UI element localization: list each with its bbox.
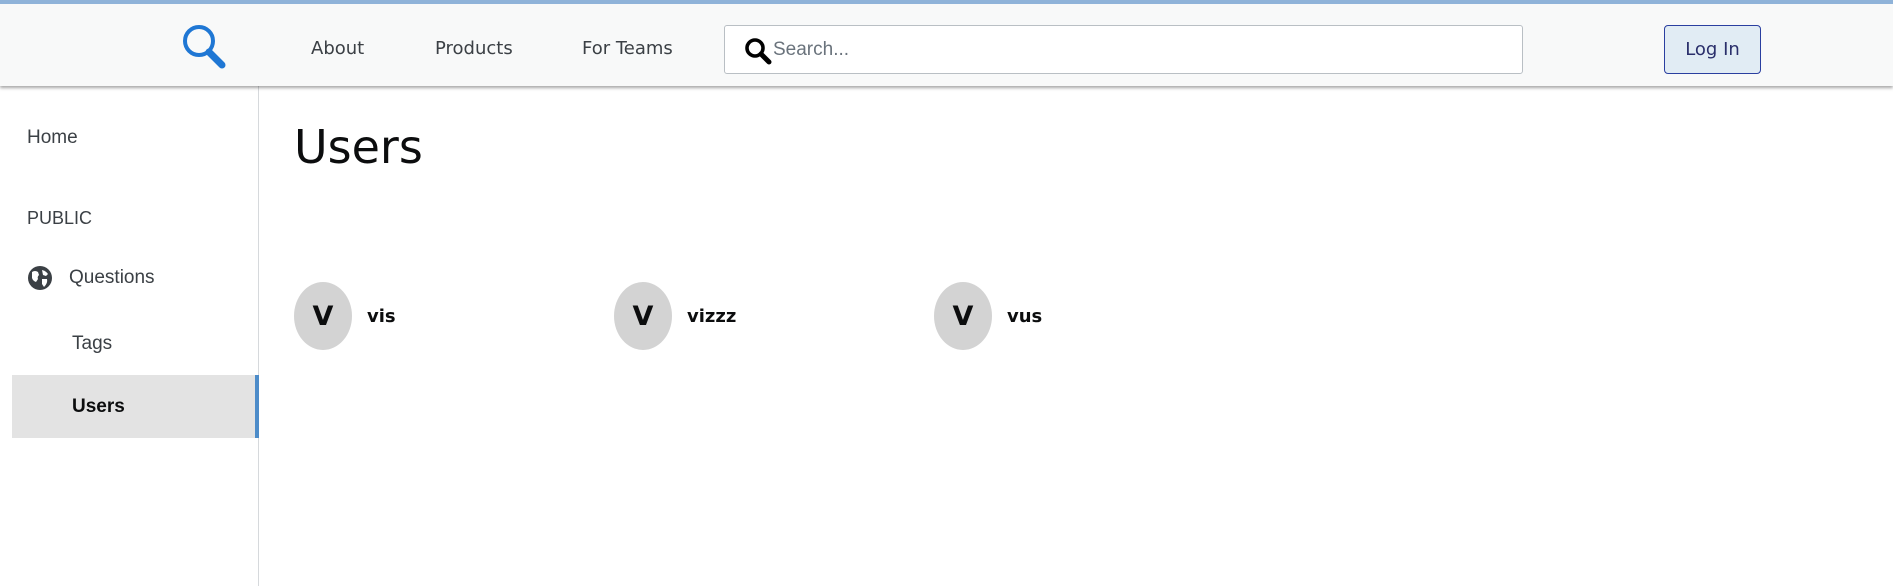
globe-icon <box>27 265 53 291</box>
sidebar-item-users[interactable]: Users <box>12 375 259 438</box>
main-content: Users V vis V vizzz V vus <box>260 86 1893 586</box>
top-bar: About Products For Teams Log In <box>0 0 1893 86</box>
page-title: Users <box>294 120 423 174</box>
sidebar-section-heading: PUBLIC <box>27 208 93 228</box>
user-name[interactable]: vis <box>367 306 396 327</box>
avatar: V <box>614 282 672 350</box>
user-name[interactable]: vus <box>1007 306 1042 327</box>
sidebar-item-label: Questions <box>69 267 155 288</box>
user-card[interactable]: V vizzz <box>614 282 736 350</box>
sidebar-item-questions[interactable]: Questions <box>27 264 155 292</box>
nav-about-link[interactable]: About <box>311 38 364 59</box>
user-card[interactable]: V vus <box>934 282 1042 350</box>
search-input[interactable] <box>773 26 1513 73</box>
nav-for-teams-link[interactable]: For Teams <box>582 38 673 59</box>
magnifier-logo-icon[interactable] <box>180 22 230 72</box>
search-box <box>724 25 1523 74</box>
left-sidebar: Home PUBLIC Questions Tags Users <box>0 86 259 586</box>
avatar: V <box>294 282 352 350</box>
user-card[interactable]: V vis <box>294 282 396 350</box>
search-icon <box>743 36 773 66</box>
sidebar-item-tags[interactable]: Tags <box>72 333 112 355</box>
user-name[interactable]: vizzz <box>687 306 736 327</box>
sidebar-item-home[interactable]: Home <box>27 127 78 149</box>
login-button[interactable]: Log In <box>1664 25 1761 74</box>
nav-products-link[interactable]: Products <box>435 38 513 59</box>
sidebar-item-label: Users <box>72 396 125 417</box>
avatar: V <box>934 282 992 350</box>
